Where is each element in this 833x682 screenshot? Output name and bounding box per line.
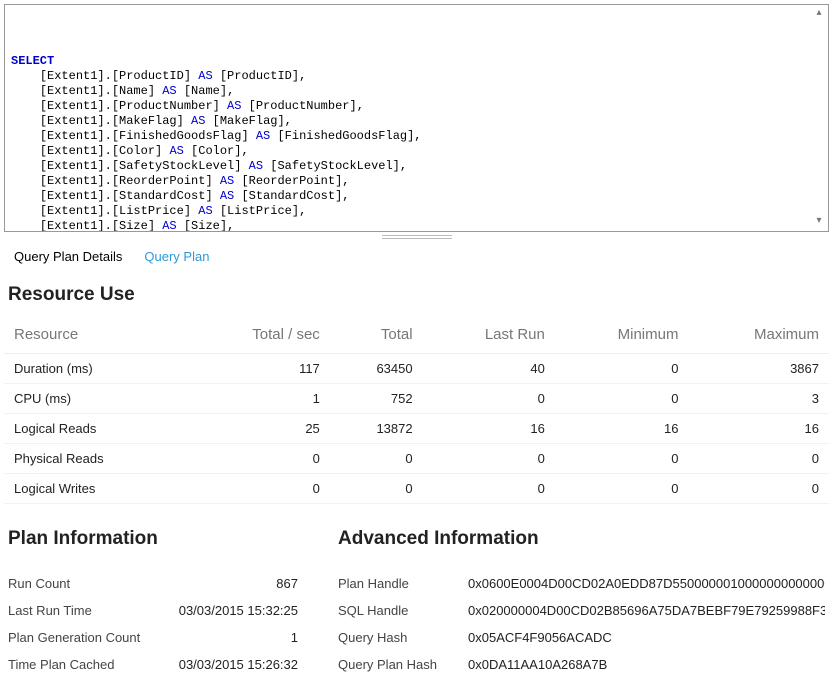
- resource-value: 25: [185, 414, 330, 444]
- advanced-info-value: 0x05ACF4F9056ACADC: [468, 630, 825, 645]
- advanced-info-value: 0x020000004D00CD02B85696A75DA7BEBF79E792…: [468, 603, 825, 618]
- plan-info-value: 03/03/2015 15:32:25: [179, 603, 298, 618]
- resource-value: 16: [555, 414, 689, 444]
- plan-info-row: Last Run Time 03/03/2015 15:32:25: [8, 597, 298, 624]
- advanced-info-value: 0x0600E0004D00CD02A0EDD87D55000000100000…: [468, 576, 825, 591]
- resource-value: 0: [423, 384, 555, 414]
- resource-header: Resource: [4, 320, 185, 354]
- resource-use-table: ResourceTotal / secTotalLast RunMinimumM…: [4, 320, 829, 504]
- table-row: CPU (ms)1752003: [4, 384, 829, 414]
- resource-value: 117: [185, 354, 330, 384]
- resource-value: 16: [423, 414, 555, 444]
- advanced-info-row: SQL Handle 0x020000004D00CD02B85696A75DA7…: [338, 597, 825, 624]
- resource-label: Logical Writes: [4, 474, 185, 504]
- advanced-information-heading: Advanced Information: [338, 528, 825, 550]
- plan-info-row: Time Plan Cached 03/03/2015 15:26:32: [8, 651, 298, 678]
- advanced-info-key: SQL Handle: [338, 603, 458, 618]
- resource-header: Total: [330, 320, 423, 354]
- resource-value: 1: [185, 384, 330, 414]
- resource-value: 0: [555, 444, 689, 474]
- plan-info-value: 1: [291, 630, 298, 645]
- tab-bar: Query Plan Details Query Plan: [4, 247, 829, 266]
- resource-value: 752: [330, 384, 423, 414]
- resource-value: 0: [555, 384, 689, 414]
- resource-value: 40: [423, 354, 555, 384]
- advanced-info-row: Query Hash 0x05ACF4F9056ACADC: [338, 624, 825, 651]
- advanced-info-value: 0x0DA11AA10A268A7B: [468, 657, 825, 672]
- tab-query-plan[interactable]: Query Plan: [144, 247, 209, 266]
- resource-value: 0: [688, 444, 829, 474]
- scroll-down-icon[interactable]: ▾: [812, 215, 826, 229]
- plan-info-key: Time Plan Cached: [8, 657, 114, 672]
- resource-value: 13872: [330, 414, 423, 444]
- resource-header: Total / sec: [185, 320, 330, 354]
- plan-info-key: Last Run Time: [8, 603, 92, 618]
- advanced-information: Advanced Information Plan Handle 0x0600E0…: [338, 528, 825, 678]
- resource-value: 0: [555, 474, 689, 504]
- plan-information: Plan Information Run Count 867 Last Run Ti…: [8, 528, 298, 678]
- advanced-info-key: Query Plan Hash: [338, 657, 458, 672]
- resource-label: Logical Reads: [4, 414, 185, 444]
- resource-value: 16: [688, 414, 829, 444]
- resource-header: Last Run: [423, 320, 555, 354]
- advanced-info-row: Plan Handle 0x0600E0004D00CD02A0EDD87D550…: [338, 570, 825, 597]
- resource-header: Maximum: [688, 320, 829, 354]
- table-row: Physical Reads00000: [4, 444, 829, 474]
- resource-label: Physical Reads: [4, 444, 185, 474]
- plan-information-heading: Plan Information: [8, 528, 298, 550]
- resource-value: 0: [423, 474, 555, 504]
- advanced-info-row: Query Plan Hash 0x0DA11AA10A268A7B: [338, 651, 825, 678]
- resource-value: 0: [330, 444, 423, 474]
- resource-header: Minimum: [555, 320, 689, 354]
- table-row: Logical Reads2513872161616: [4, 414, 829, 444]
- resource-value: 0: [330, 474, 423, 504]
- plan-info-row: Plan Generation Count 1: [8, 624, 298, 651]
- resource-value: 3: [688, 384, 829, 414]
- scroll-up-icon[interactable]: ▴: [812, 7, 826, 21]
- plan-info-key: Run Count: [8, 576, 70, 591]
- resource-value: 0: [185, 444, 330, 474]
- resource-label: Duration (ms): [4, 354, 185, 384]
- resource-value: 0: [688, 474, 829, 504]
- table-row: Duration (ms)117634504003867: [4, 354, 829, 384]
- table-row: Logical Writes00000: [4, 474, 829, 504]
- splitter-handle[interactable]: [382, 235, 452, 239]
- plan-info-value: 867: [276, 576, 298, 591]
- plan-info-row: Run Count 867: [8, 570, 298, 597]
- resource-value: 0: [185, 474, 330, 504]
- plan-info-value: 03/03/2015 15:26:32: [179, 657, 298, 672]
- plan-info-key: Plan Generation Count: [8, 630, 140, 645]
- sql-text-pane[interactable]: ▴ SELECT [Extent1].[ProductID] AS [Produ…: [4, 4, 829, 232]
- tab-query-plan-details[interactable]: Query Plan Details: [14, 247, 122, 266]
- resource-value: 63450: [330, 354, 423, 384]
- resource-use-heading: Resource Use: [8, 284, 825, 306]
- resource-value: 0: [555, 354, 689, 384]
- resource-label: CPU (ms): [4, 384, 185, 414]
- advanced-info-key: Plan Handle: [338, 576, 458, 591]
- resource-value: 3867: [688, 354, 829, 384]
- advanced-info-key: Query Hash: [338, 630, 458, 645]
- resource-value: 0: [423, 444, 555, 474]
